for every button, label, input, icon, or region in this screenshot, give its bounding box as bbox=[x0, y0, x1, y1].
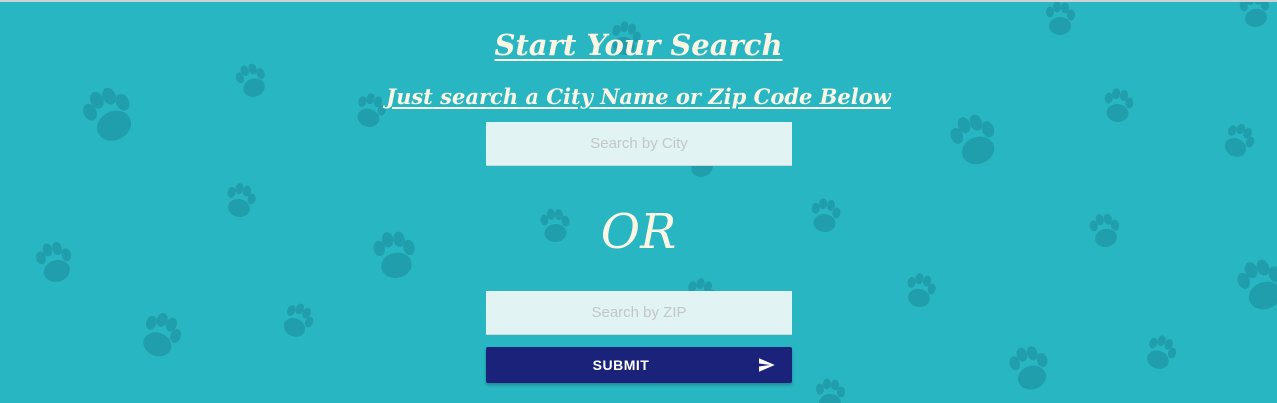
or-divider: OR bbox=[600, 204, 677, 260]
city-search-input[interactable] bbox=[486, 122, 792, 166]
submit-button-label: SUBMIT bbox=[592, 357, 650, 373]
send-icon bbox=[759, 358, 775, 372]
page-title: Start Your Search bbox=[494, 28, 783, 62]
zip-search-input[interactable] bbox=[486, 291, 792, 335]
search-panel: Start Your Search Just search a City Nam… bbox=[0, 2, 1277, 403]
submit-button[interactable]: SUBMIT bbox=[486, 347, 792, 383]
page-subtitle: Just search a City Name or Zip Code Belo… bbox=[386, 84, 891, 109]
